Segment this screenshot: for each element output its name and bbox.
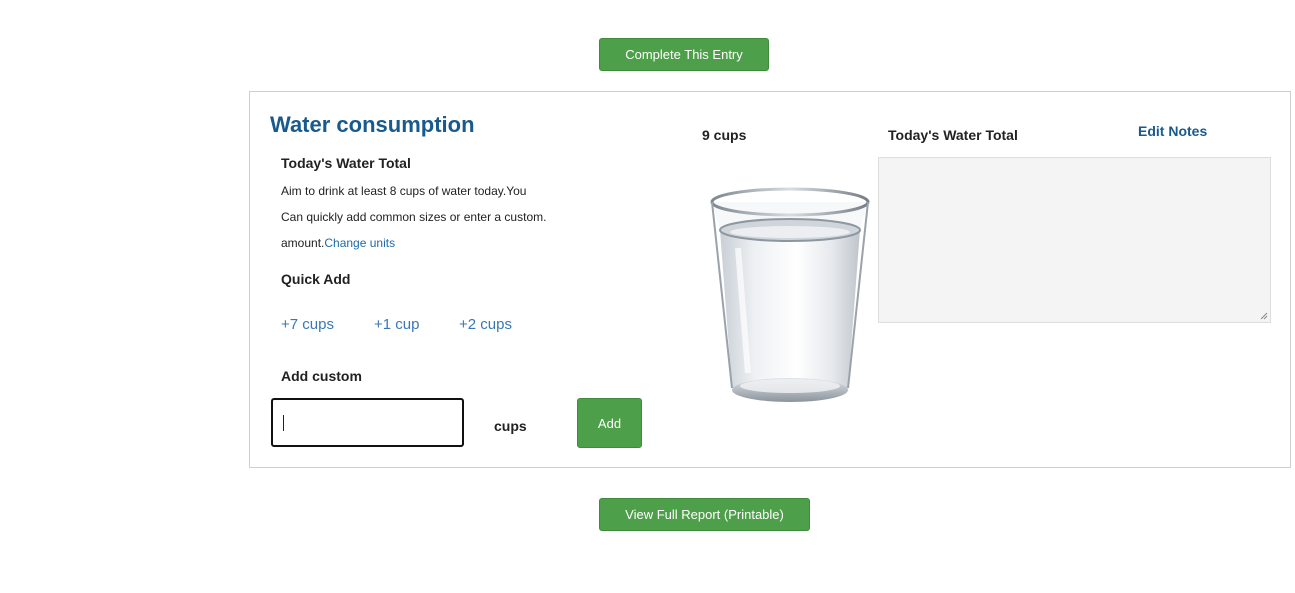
left-total-heading: Today's Water Total	[281, 155, 411, 171]
water-glass-image	[698, 158, 880, 428]
view-full-report-button[interactable]: View Full Report (Printable)	[599, 498, 810, 531]
total-cups-value: 9 cups	[702, 127, 747, 143]
water-consumption-panel: Water consumption Today's Water Total Ai…	[249, 91, 1291, 468]
description-line-2: Can quickly add common sizes or enter a …	[281, 210, 547, 224]
quick-add-7-cups[interactable]: +7 cups	[281, 316, 334, 333]
quick-add-2-cups[interactable]: +2 cups	[459, 316, 512, 333]
resize-grip-icon[interactable]	[1260, 312, 1268, 320]
custom-amount-input[interactable]	[271, 398, 464, 447]
notes-textarea[interactable]	[878, 157, 1271, 323]
panel-title: Water consumption	[270, 112, 475, 137]
edit-notes-link[interactable]: Edit Notes	[1138, 123, 1207, 139]
add-custom-heading: Add custom	[281, 368, 362, 384]
quick-add-heading: Quick Add	[281, 271, 351, 287]
description-line-1: Aim to drink at least 8 cups of water to…	[281, 184, 527, 198]
description-line-3-text: amount.	[281, 236, 325, 250]
right-total-heading: Today's Water Total	[888, 127, 1018, 143]
change-units-link[interactable]: Change units	[324, 236, 395, 250]
quick-add-1-cup[interactable]: +1 cup	[374, 316, 419, 333]
add-button[interactable]: Add	[577, 398, 642, 448]
glass-icon	[710, 187, 870, 402]
complete-entry-button[interactable]: Complete This Entry	[599, 38, 769, 71]
text-caret	[283, 415, 284, 431]
custom-unit-label: cups	[494, 418, 527, 434]
description-line-3: amount.Change units	[281, 236, 395, 250]
